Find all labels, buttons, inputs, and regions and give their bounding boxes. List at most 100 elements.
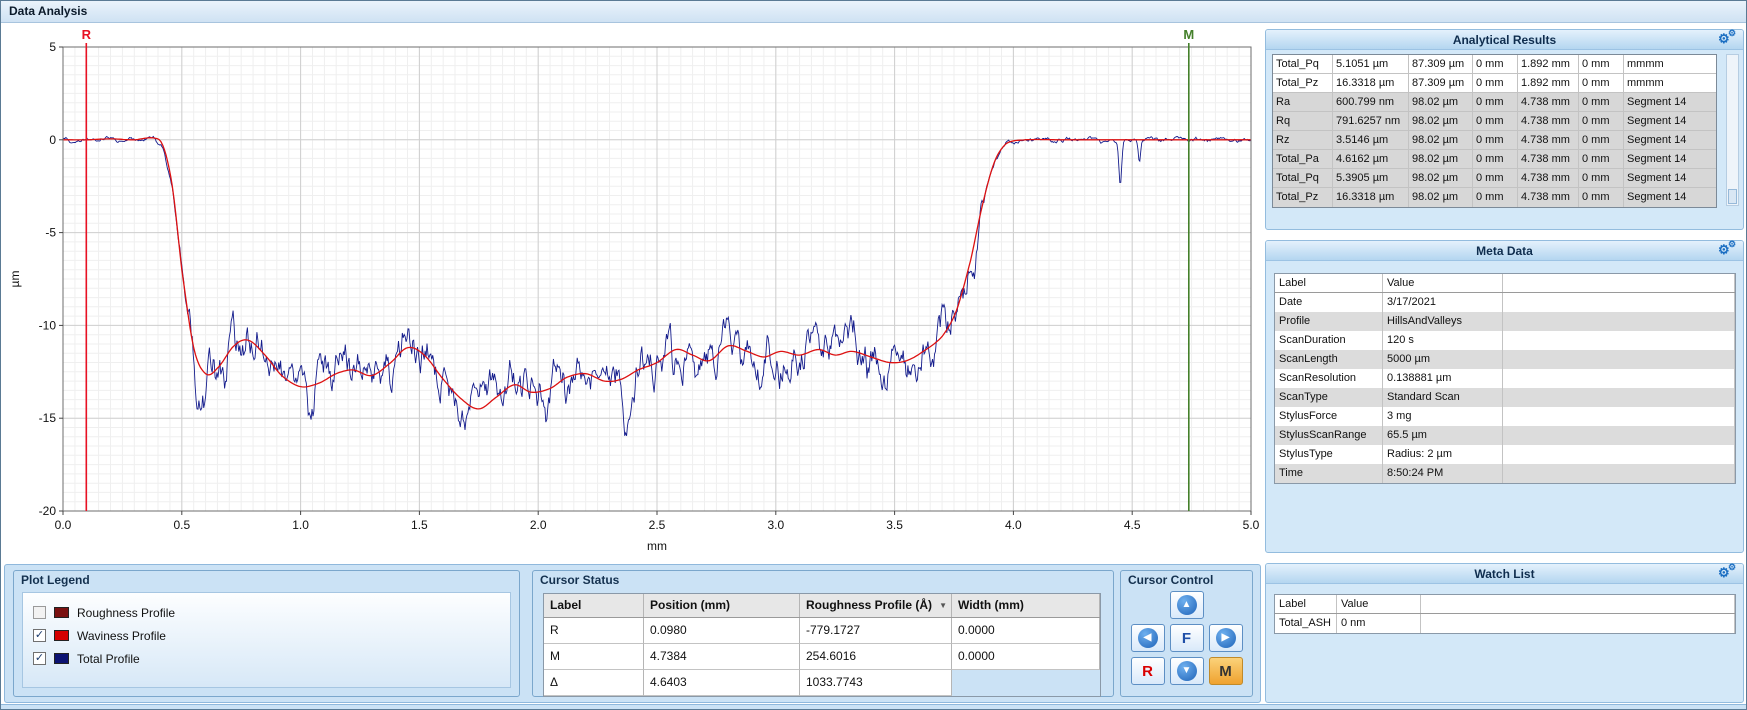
meta-label-cell: ScanResolution [1275, 369, 1383, 388]
window-title: Data Analysis [9, 4, 87, 18]
cursor-status-header-cell: Width (mm) [952, 594, 1100, 617]
meta-row[interactable]: StylusScanRange65.5 µm [1275, 426, 1735, 445]
group-title: Plot Legend [21, 573, 90, 587]
meta-row[interactable]: ProfileHillsAndValleys [1275, 312, 1735, 331]
result-cell: 0 mm [1473, 74, 1518, 92]
svg-text:-15: -15 [39, 411, 57, 425]
meta-value-cell: 120 s [1383, 331, 1503, 350]
cursor-left-button[interactable]: ◀ [1131, 624, 1165, 652]
cursor-status-row[interactable]: Δ4.64031033.7743 [544, 670, 1100, 696]
cursor-down-button[interactable]: ▼ [1170, 657, 1204, 685]
gear-icon: ⚙ [1728, 29, 1736, 38]
analytical-result-row[interactable]: Total_Pq5.1051 µm87.309 µm0 mm1.892 mm0 … [1273, 55, 1716, 74]
settings-gear-icon[interactable]: ⚙⚙ [1718, 30, 1738, 48]
result-cell: Segment 14 [1624, 93, 1716, 111]
cursor-status-header-cell[interactable]: Roughness Profile (Å) ▼ [800, 594, 952, 617]
legend-checkbox[interactable]: ✓ [33, 652, 46, 665]
settings-gear-icon[interactable]: ⚙⚙ [1718, 241, 1738, 259]
result-cell: 0 mm [1473, 131, 1518, 149]
legend-item: ✓ Total Profile [33, 647, 500, 670]
cursor-status-cell: R [544, 618, 644, 644]
analytical-result-row[interactable]: Rz3.5146 µm98.02 µm0 mm4.738 mm0 mmSegme… [1273, 131, 1716, 150]
analytical-results-table: Total_Pq5.1051 µm87.309 µm0 mm1.892 mm0 … [1272, 54, 1717, 208]
cursor-status-row[interactable]: R0.0980-779.17270.0000 [544, 618, 1100, 644]
meta-row[interactable]: StylusForce3 mg [1275, 407, 1735, 426]
arrow-up-icon: ▲ [1177, 595, 1197, 615]
result-cell: 0 mm [1579, 93, 1624, 111]
result-cell: 0 mm [1579, 150, 1624, 168]
meta-row[interactable]: Time8:50:24 PM [1275, 464, 1735, 483]
spacer-cell [1503, 464, 1735, 483]
cursor-status-header-cell: Position (mm) [644, 594, 800, 617]
meta-row[interactable]: StylusTypeRadius: 2 µm [1275, 445, 1735, 464]
legend-label: Roughness Profile [77, 606, 175, 620]
svg-text:1.0: 1.0 [292, 518, 309, 532]
meta-label-cell: StylusForce [1275, 407, 1383, 426]
r-button-label: R [1142, 663, 1153, 680]
cursor-right-button[interactable]: ▶ [1209, 624, 1243, 652]
meta-label-cell: Date [1275, 293, 1383, 312]
analytical-result-row[interactable]: Total_Pq5.3905 µm98.02 µm0 mm4.738 mm0 m… [1273, 169, 1716, 188]
profile-plot[interactable]: 0.00.51.01.52.02.53.03.54.04.55.050-5-10… [5, 27, 1261, 559]
cursor-control-group: Cursor Control ▲ ◀ F ▶ R ▼ [1120, 570, 1253, 697]
result-cell: 0 mm [1473, 93, 1518, 111]
analytical-results-scrollbar[interactable] [1726, 54, 1739, 206]
analytical-result-row[interactable]: Total_Pa4.6162 µm98.02 µm0 mm4.738 mm0 m… [1273, 150, 1716, 169]
result-cell: Rz [1273, 131, 1333, 149]
scrollbar-thumb[interactable] [1728, 189, 1737, 204]
result-cell: 5.3905 µm [1333, 169, 1409, 187]
legend-label: Total Profile [77, 652, 140, 666]
result-cell: 16.3318 µm [1333, 74, 1409, 92]
result-cell: 1.892 mm [1518, 74, 1579, 92]
cursor-M-label: M [1183, 27, 1194, 42]
meta-row[interactable]: ScanTypeStandard Scan [1275, 388, 1735, 407]
header-label: Roughness Profile (Å) [806, 598, 932, 612]
meta-row[interactable]: Date3/17/2021 [1275, 293, 1735, 312]
result-cell: Total_Pq [1273, 55, 1333, 73]
analytical-result-row[interactable]: Rq791.6257 nm98.02 µm0 mm4.738 mm0 mmSeg… [1273, 112, 1716, 131]
panel-title: Analytical Results [1453, 33, 1556, 47]
result-cell: 1.892 mm [1518, 55, 1579, 73]
column-dropdown-arrow-icon[interactable]: ▼ [939, 594, 947, 617]
cursor-status-cell: 254.6016 [800, 644, 952, 670]
svg-text:5: 5 [49, 40, 56, 54]
watch-list-panel: Watch List ⚙⚙ LabelValueTotal_ASH0 nm [1265, 563, 1744, 703]
meta-data-header: Meta Data ⚙⚙ [1266, 241, 1743, 261]
legend-color-swatch [54, 630, 69, 641]
spacer-cell [1503, 350, 1735, 369]
result-cell: 0 mm [1473, 55, 1518, 73]
legend-color-swatch [54, 607, 69, 618]
legend-checkbox[interactable]: ✓ [33, 629, 46, 642]
cursor-status-cell: 0.0000 [952, 618, 1100, 644]
meta-row[interactable]: ScanDuration120 s [1275, 331, 1735, 350]
cursor-m-button[interactable]: M [1209, 657, 1243, 685]
meta-label-cell: Time [1275, 464, 1383, 483]
svg-text:-10: -10 [39, 318, 57, 332]
meta-value-cell: 5000 µm [1383, 350, 1503, 369]
result-cell: mmmm [1624, 55, 1716, 73]
svg-text:-5: -5 [45, 226, 56, 240]
result-cell: Rq [1273, 112, 1333, 130]
meta-row[interactable]: ScanResolution0.138881 µm [1275, 369, 1735, 388]
analytical-result-row[interactable]: Ra600.799 nm98.02 µm0 mm4.738 mm0 mmSegm… [1273, 93, 1716, 112]
meta-label-cell: StylusType [1275, 445, 1383, 464]
window-title-bar: Data Analysis [1, 1, 1746, 23]
cursor-r-button[interactable]: R [1131, 657, 1165, 685]
cursor-up-button[interactable]: ▲ [1170, 591, 1204, 619]
watch-row[interactable]: Total_ASH0 nm [1275, 614, 1735, 633]
svg-text:5.0: 5.0 [1243, 518, 1260, 532]
cursor-f-button[interactable]: F [1170, 624, 1204, 652]
result-cell: 98.02 µm [1409, 93, 1473, 111]
analytical-result-row[interactable]: Total_Pz16.3318 µm87.309 µm0 mm1.892 mm0… [1273, 74, 1716, 93]
cursor-status-row[interactable]: M4.7384254.60160.0000 [544, 644, 1100, 670]
result-cell: 98.02 µm [1409, 169, 1473, 187]
result-cell: Segment 14 [1624, 169, 1716, 187]
legend-checkbox[interactable] [33, 606, 46, 619]
settings-gear-icon[interactable]: ⚙⚙ [1718, 564, 1738, 582]
meta-row[interactable]: ScanLength5000 µm [1275, 350, 1735, 369]
spacer-cell [1503, 445, 1735, 464]
meta-data-table: LabelValueDate3/17/2021ProfileHillsAndVa… [1274, 273, 1736, 484]
analytical-result-row[interactable]: Total_Pz16.3318 µm98.02 µm0 mm4.738 mm0 … [1273, 188, 1716, 207]
cursor-status-cell: -779.1727 [800, 618, 952, 644]
meta-value-cell: 3/17/2021 [1383, 293, 1503, 312]
